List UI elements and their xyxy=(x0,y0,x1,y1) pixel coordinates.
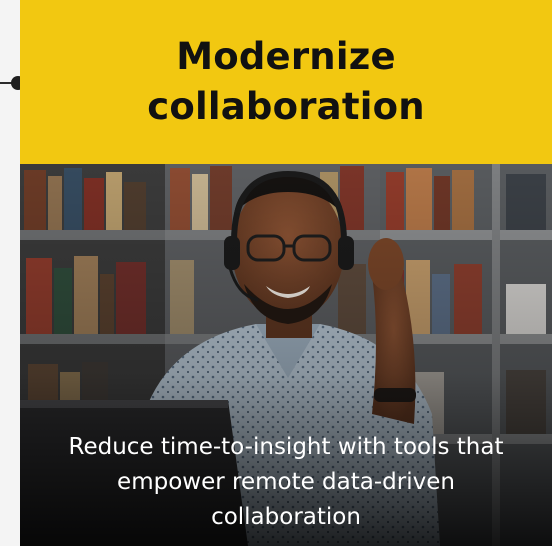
card-header: Modernize collaboration xyxy=(20,0,552,164)
feature-card[interactable]: Modernize collaboration Reduce time-to-i… xyxy=(20,0,552,546)
card-title: Modernize collaboration xyxy=(147,35,425,128)
card-caption: Reduce time-to-insight with tools that e… xyxy=(68,434,504,530)
